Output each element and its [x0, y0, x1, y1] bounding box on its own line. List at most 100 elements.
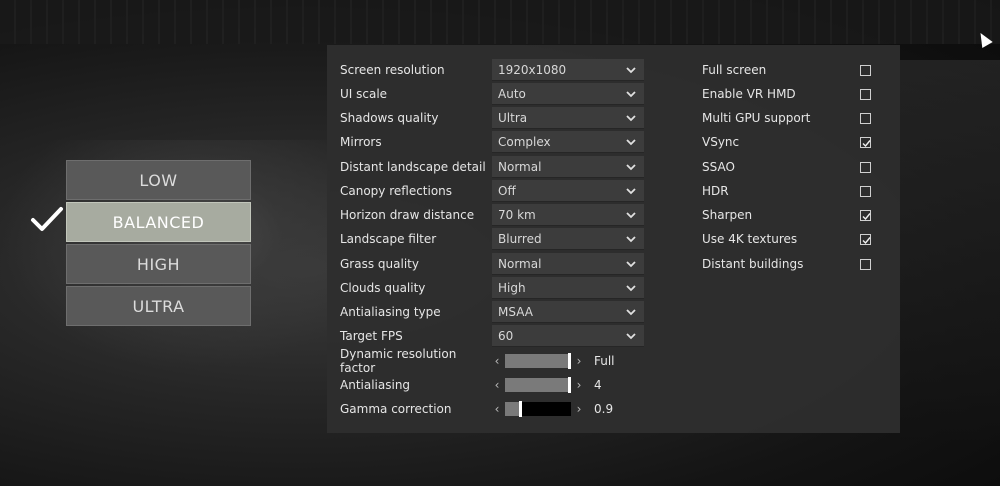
dropdown-value: Blurred: [498, 231, 542, 246]
setting-row-target-fps: Target FPS 60: [340, 325, 644, 347]
dropdown-value: MSAA: [498, 304, 533, 319]
arrow-right-icon[interactable]: ›: [574, 354, 584, 368]
dropdown-value: 70 km: [498, 207, 536, 222]
setting-label: Grass quality: [340, 257, 419, 271]
checkmark-icon: [31, 207, 63, 231]
arrow-right-icon[interactable]: ›: [574, 378, 584, 392]
slider-fill: [505, 354, 571, 368]
arrow-left-icon[interactable]: ‹: [492, 402, 502, 416]
setting-label: SSAO: [702, 160, 735, 174]
ssao-checkbox[interactable]: [860, 161, 871, 173]
arrow-left-icon[interactable]: ‹: [492, 354, 502, 368]
vsync-checkbox[interactable]: [860, 136, 871, 148]
chevron-down-icon: [626, 90, 636, 97]
setting-label: Use 4K textures: [702, 232, 798, 246]
canopy-reflections-dropdown[interactable]: Off: [492, 180, 644, 202]
dropdown-value: 60: [498, 328, 514, 343]
clouds-quality-dropdown[interactable]: High: [492, 277, 644, 299]
dropdown-value: Normal: [498, 256, 542, 271]
setting-label: Antialiasing: [340, 378, 411, 392]
checkmark-icon: [862, 236, 871, 244]
full-screen-checkbox[interactable]: [860, 64, 871, 76]
slider-value: Full: [594, 354, 615, 368]
grass-quality-dropdown[interactable]: Normal: [492, 253, 644, 275]
setting-label: Canopy reflections: [340, 184, 453, 198]
background-hangar-wall: [900, 60, 1000, 440]
antialiasing-type-dropdown[interactable]: MSAA: [492, 301, 644, 323]
slider-handle[interactable]: [568, 353, 571, 369]
setting-row-mirrors: Mirrors Complex: [340, 131, 644, 153]
chevron-down-icon: [626, 211, 636, 218]
slider-track[interactable]: [505, 353, 571, 369]
setting-row-antialiasing: Antialiasing ‹ › 4: [340, 374, 640, 396]
setting-label: HDR: [702, 184, 729, 198]
slider-track[interactable]: [505, 377, 571, 393]
checkmark-icon: [862, 139, 871, 147]
setting-label: Full screen: [702, 63, 767, 77]
distant-buildings-checkbox[interactable]: [860, 258, 871, 270]
multi-gpu-support-checkbox[interactable]: [860, 112, 871, 124]
setting-label: Antialiasing type: [340, 305, 441, 319]
slider-track[interactable]: [505, 401, 571, 417]
distant-landscape-detail-dropdown[interactable]: Normal: [492, 156, 644, 178]
preset-low-button[interactable]: LOW: [66, 160, 251, 200]
arrow-left-icon[interactable]: ‹: [492, 378, 502, 392]
horizon-draw-distance-dropdown[interactable]: 70 km: [492, 204, 644, 226]
dropdown-value: Auto: [498, 86, 526, 101]
hdr-checkbox[interactable]: [860, 185, 871, 197]
setting-label: Horizon draw distance: [340, 208, 475, 222]
dropdown-value: Ultra: [498, 110, 528, 125]
chevron-down-icon: [626, 163, 636, 170]
preset-ultra-button[interactable]: ULTRA: [66, 286, 251, 326]
landscape-filter-dropdown[interactable]: Blurred: [492, 228, 644, 250]
slider-handle[interactable]: [568, 377, 571, 393]
setting-label: Dynamic resolution factor: [340, 347, 457, 375]
arrow-right-icon[interactable]: ›: [574, 402, 584, 416]
setting-row-dynamic-resolution-factor: Dynamic resolution factor ‹ › Full: [340, 347, 640, 375]
chevron-down-icon: [626, 138, 636, 145]
setting-row-grass-quality: Grass quality Normal: [340, 253, 644, 275]
setting-row-screen-resolution: Screen resolution 1920x1080: [340, 59, 644, 81]
setting-row-full-screen: Full screen: [702, 59, 882, 81]
slider-value: 4: [594, 378, 602, 392]
setting-row-antialiasing-type: Antialiasing type MSAA: [340, 301, 644, 323]
setting-row-ssao: SSAO: [702, 156, 882, 178]
chevron-down-icon: [626, 114, 636, 121]
dropdown-value: Off: [498, 183, 516, 198]
setting-label: Mirrors: [340, 135, 382, 149]
chevron-down-icon: [626, 66, 636, 73]
preset-label: BALANCED: [112, 212, 205, 232]
chevron-down-icon: [626, 260, 636, 267]
setting-row-sharpen: Sharpen: [702, 204, 882, 226]
setting-label: Shadows quality: [340, 111, 439, 125]
quality-presets: LOW BALANCED HIGH ULTRA: [66, 160, 251, 328]
chevron-down-icon: [626, 332, 636, 339]
slider-fill: [505, 378, 571, 392]
shadows-quality-dropdown[interactable]: Ultra: [492, 107, 644, 129]
setting-row-canopy-reflections: Canopy reflections Off: [340, 180, 644, 202]
preset-high-button[interactable]: HIGH: [66, 244, 251, 284]
setting-label: UI scale: [340, 87, 388, 101]
enable-vr-hmd-checkbox[interactable]: [860, 88, 871, 100]
setting-row-clouds-quality: Clouds quality High: [340, 277, 644, 299]
setting-row-multi-gpu-support: Multi GPU support: [702, 107, 882, 129]
background-hangar-roof: [0, 0, 1000, 44]
screen-resolution-dropdown[interactable]: 1920x1080: [492, 59, 644, 81]
ui-scale-dropdown[interactable]: Auto: [492, 83, 644, 105]
setting-label: Distant buildings: [702, 257, 804, 271]
preset-balanced-button[interactable]: BALANCED: [66, 202, 251, 242]
setting-label: VSync: [702, 135, 740, 149]
chevron-down-icon: [626, 187, 636, 194]
preset-label: ULTRA: [132, 296, 185, 316]
use-4k-textures-checkbox[interactable]: [860, 233, 871, 245]
sharpen-checkbox[interactable]: [860, 209, 871, 221]
dropdown-value: Normal: [498, 159, 542, 174]
target-fps-dropdown[interactable]: 60: [492, 325, 644, 347]
setting-label: Distant landscape detail: [340, 160, 486, 174]
slider-handle[interactable]: [518, 401, 522, 417]
setting-label: Enable VR HMD: [702, 87, 796, 101]
chevron-down-icon: [626, 235, 636, 242]
slider-value: 0.9: [594, 402, 614, 416]
mirrors-dropdown[interactable]: Complex: [492, 131, 644, 153]
antialiasing-slider[interactable]: ‹ ›: [492, 374, 622, 396]
